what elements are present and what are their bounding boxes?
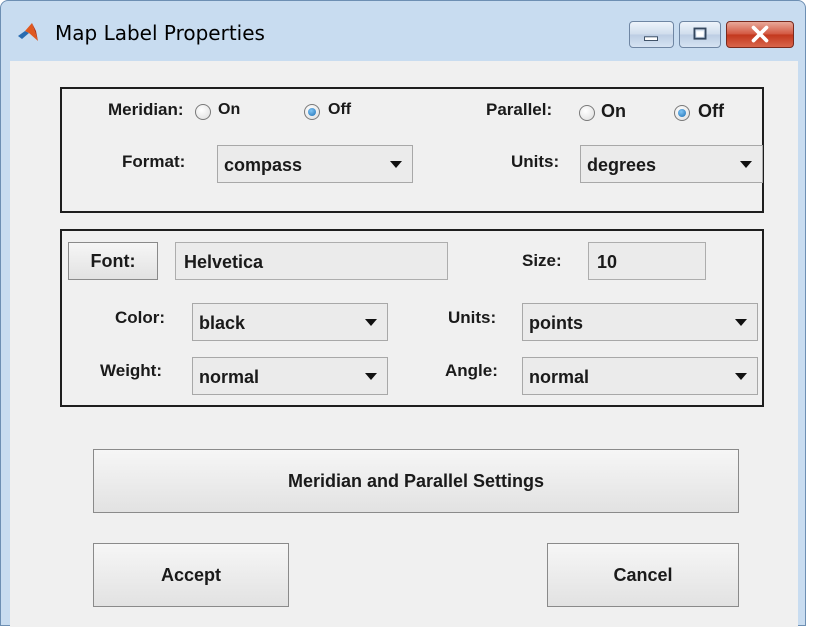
parallel-on-radio[interactable] bbox=[579, 105, 595, 121]
font-button[interactable]: Font: bbox=[68, 242, 158, 280]
format-value: compass bbox=[224, 155, 303, 175]
format-dropdown[interactable]: compass bbox=[217, 145, 413, 183]
font-units-dropdown[interactable]: points bbox=[522, 303, 758, 341]
minimize-button[interactable] bbox=[629, 21, 674, 48]
close-button[interactable] bbox=[726, 21, 794, 48]
parallel-label: Parallel: bbox=[486, 100, 553, 119]
maximize-icon bbox=[693, 27, 707, 40]
label-settings-panel: Meridian: On Off Parallel: On Off Format… bbox=[60, 87, 764, 213]
size-label: Size: bbox=[522, 251, 562, 270]
chevron-down-icon bbox=[365, 373, 377, 380]
parallel-off-label: Off bbox=[698, 101, 724, 121]
chevron-down-icon bbox=[365, 319, 377, 326]
color-dropdown[interactable]: black bbox=[192, 303, 388, 341]
accept-button[interactable]: Accept bbox=[93, 543, 289, 607]
meridian-on-label: On bbox=[218, 101, 241, 118]
cancel-button[interactable]: Cancel bbox=[547, 543, 739, 607]
font-settings-panel: Font: Helvetica Size: 10 Color: black Un… bbox=[60, 229, 764, 407]
chevron-down-icon bbox=[735, 373, 747, 380]
format-label: Format: bbox=[122, 152, 186, 171]
window-title: Map Label Properties bbox=[55, 21, 265, 45]
meridian-off-label: Off bbox=[328, 101, 352, 118]
color-value: black bbox=[199, 313, 246, 333]
weight-dropdown[interactable]: normal bbox=[192, 357, 388, 395]
font-units-label: Units: bbox=[448, 308, 497, 327]
font-units-value: points bbox=[529, 313, 583, 333]
dialog-window: Map Label Properties Meridian: On Off Pa… bbox=[0, 0, 806, 627]
title-bar[interactable]: Map Label Properties bbox=[1, 1, 805, 61]
weight-label: Weight: bbox=[100, 361, 163, 380]
chevron-down-icon bbox=[735, 319, 747, 326]
size-field[interactable]: 10 bbox=[588, 242, 706, 280]
matlab-logo-icon bbox=[18, 23, 38, 41]
meridian-off-radio[interactable] bbox=[304, 104, 320, 120]
meridian-on-radio[interactable] bbox=[195, 104, 211, 120]
color-label: Color: bbox=[115, 308, 166, 327]
parallel-off-radio[interactable] bbox=[674, 105, 690, 121]
font-name-field: Helvetica bbox=[175, 242, 448, 280]
meridian-label: Meridian: bbox=[108, 100, 184, 119]
units-value: degrees bbox=[587, 155, 657, 175]
angle-label: Angle: bbox=[445, 361, 498, 380]
font-name-value: Helvetica bbox=[184, 252, 264, 272]
maximize-button[interactable] bbox=[679, 21, 721, 48]
size-value: 10 bbox=[597, 252, 618, 272]
weight-value: normal bbox=[199, 367, 260, 387]
units-label: Units: bbox=[511, 152, 560, 171]
parallel-on-label: On bbox=[601, 101, 626, 121]
close-icon bbox=[751, 25, 769, 43]
chevron-down-icon bbox=[740, 161, 752, 168]
angle-dropdown[interactable]: normal bbox=[522, 357, 758, 395]
minimize-icon bbox=[644, 36, 658, 41]
meridian-parallel-settings-button[interactable]: Meridian and Parallel Settings bbox=[93, 449, 739, 513]
dialog-body: Meridian: On Off Parallel: On Off Format… bbox=[10, 61, 798, 627]
units-dropdown[interactable]: degrees bbox=[580, 145, 763, 183]
angle-value: normal bbox=[529, 367, 590, 387]
chevron-down-icon bbox=[390, 161, 402, 168]
